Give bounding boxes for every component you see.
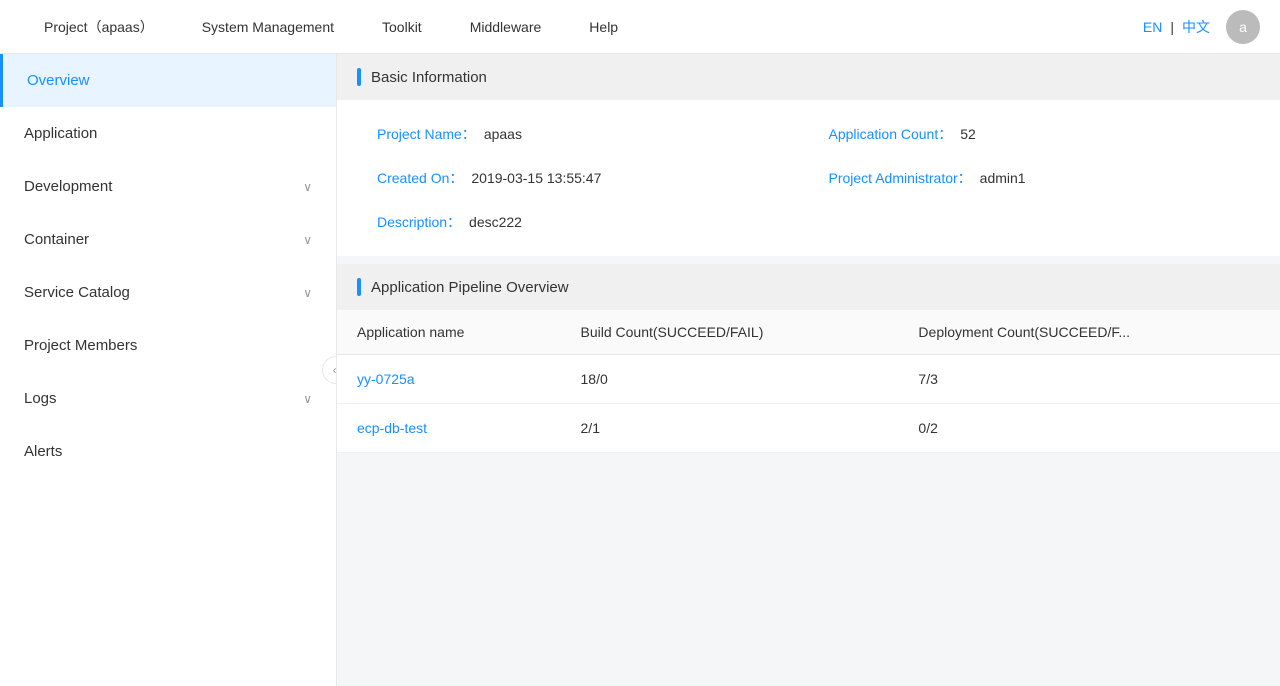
nav-items: Project（apaas） System Management Toolkit…: [20, 0, 1143, 54]
nav-help[interactable]: Help: [565, 0, 642, 54]
info-row-app-count: Application Count： 52: [829, 124, 1241, 144]
info-row-description: Description： desc222: [377, 212, 789, 232]
sidebar-item-container[interactable]: Container ∨: [0, 213, 336, 266]
description-value: desc222: [469, 214, 522, 230]
chevron-down-icon: ∨: [303, 233, 312, 247]
pipeline-title: Application Pipeline Overview: [371, 279, 569, 296]
app-count-value: 52: [960, 126, 976, 142]
nav-toolkit[interactable]: Toolkit: [358, 0, 446, 54]
project-name-label: Project Name：: [377, 124, 476, 144]
sidebar-item-logs[interactable]: Logs ∨: [0, 372, 336, 425]
basic-info-section: Basic Information Project Name： apaas Ap…: [337, 54, 1280, 256]
pipeline-table: Application name Build Count(SUCCEED/FAI…: [337, 310, 1280, 453]
chevron-down-icon: ∨: [303, 180, 312, 194]
sidebar-item-alerts[interactable]: Alerts: [0, 425, 336, 478]
basic-info-title: Basic Information: [371, 69, 487, 86]
sidebar-item-label: Development: [24, 178, 112, 195]
sidebar-item-overview[interactable]: Overview: [0, 54, 336, 107]
deploy-count-value: 7/3: [898, 355, 1280, 404]
sidebar-item-label: Application: [24, 125, 97, 142]
pipeline-table-wrapper: Application name Build Count(SUCCEED/FAI…: [337, 310, 1280, 453]
project-name-value: apaas: [484, 126, 522, 142]
info-row-project-name: Project Name： apaas: [377, 124, 789, 144]
sidebar-item-label: Logs: [24, 390, 57, 407]
sidebar-item-label: Alerts: [24, 443, 62, 460]
chevron-down-icon: ∨: [303, 392, 312, 406]
build-count-value: 18/0: [561, 355, 899, 404]
pipeline-section: Application Pipeline Overview Applicatio…: [337, 264, 1280, 453]
col-app-name: Application name: [337, 310, 561, 355]
table-header: Application name Build Count(SUCCEED/FAI…: [337, 310, 1280, 355]
nav-middleware[interactable]: Middleware: [446, 0, 566, 54]
section-bar-icon: [357, 278, 361, 296]
sidebar-item-development[interactable]: Development ∨: [0, 160, 336, 213]
col-deploy-count: Deployment Count(SUCCEED/F...: [898, 310, 1280, 355]
sidebar-item-label: Overview: [27, 72, 90, 89]
build-count-value: 2/1: [561, 404, 899, 453]
basic-info-body: Project Name： apaas Application Count： 5…: [337, 100, 1280, 256]
created-on-label: Created On：: [377, 168, 463, 188]
lang-zh[interactable]: 中文: [1182, 17, 1210, 37]
basic-info-header: Basic Information: [337, 54, 1280, 100]
pipeline-header: Application Pipeline Overview: [337, 264, 1280, 310]
description-label: Description：: [377, 212, 461, 232]
sidebar-item-service-catalog[interactable]: Service Catalog ∨: [0, 266, 336, 319]
section-bar-icon: [357, 68, 361, 86]
project-admin-value: admin1: [980, 170, 1026, 186]
created-on-value: 2019-03-15 13:55:47: [471, 170, 601, 186]
info-row-created-on: Created On： 2019-03-15 13:55:47: [377, 168, 789, 188]
sidebar-item-project-members[interactable]: Project Members: [0, 319, 336, 372]
nav-project[interactable]: Project（apaas）: [20, 0, 178, 54]
chevron-down-icon: ∨: [303, 286, 312, 300]
main-content: Basic Information Project Name： apaas Ap…: [337, 54, 1280, 686]
lang-en[interactable]: EN: [1143, 19, 1162, 35]
lang-separator: |: [1170, 19, 1174, 35]
top-navigation: Project（apaas） System Management Toolkit…: [0, 0, 1280, 54]
table-row: ecp-db-test 2/1 0/2: [337, 404, 1280, 453]
app-name-link[interactable]: yy-0725a: [337, 355, 561, 404]
deploy-count-value: 0/2: [898, 404, 1280, 453]
app-name-link[interactable]: ecp-db-test: [337, 404, 561, 453]
sidebar-item-label: Project Members: [24, 337, 137, 354]
table-body: yy-0725a 18/0 7/3 ecp-db-test 2/1 0/2: [337, 355, 1280, 453]
info-row-project-admin: Project Administrator： admin1: [829, 168, 1241, 188]
sidebar-item-application[interactable]: Application: [0, 107, 336, 160]
col-build-count: Build Count(SUCCEED/FAIL): [561, 310, 899, 355]
app-count-label: Application Count：: [829, 124, 953, 144]
main-layout: Overview Application Development ∨ Conta…: [0, 54, 1280, 686]
language-switcher: EN | 中文: [1143, 17, 1210, 37]
sidebar-item-label: Container: [24, 231, 89, 248]
project-admin-label: Project Administrator：: [829, 168, 972, 188]
nav-system-management[interactable]: System Management: [178, 0, 358, 54]
user-avatar[interactable]: a: [1226, 10, 1260, 44]
sidebar: Overview Application Development ∨ Conta…: [0, 54, 337, 686]
sidebar-item-label: Service Catalog: [24, 284, 130, 301]
table-row: yy-0725a 18/0 7/3: [337, 355, 1280, 404]
info-grid: Project Name： apaas Application Count： 5…: [377, 124, 1240, 232]
